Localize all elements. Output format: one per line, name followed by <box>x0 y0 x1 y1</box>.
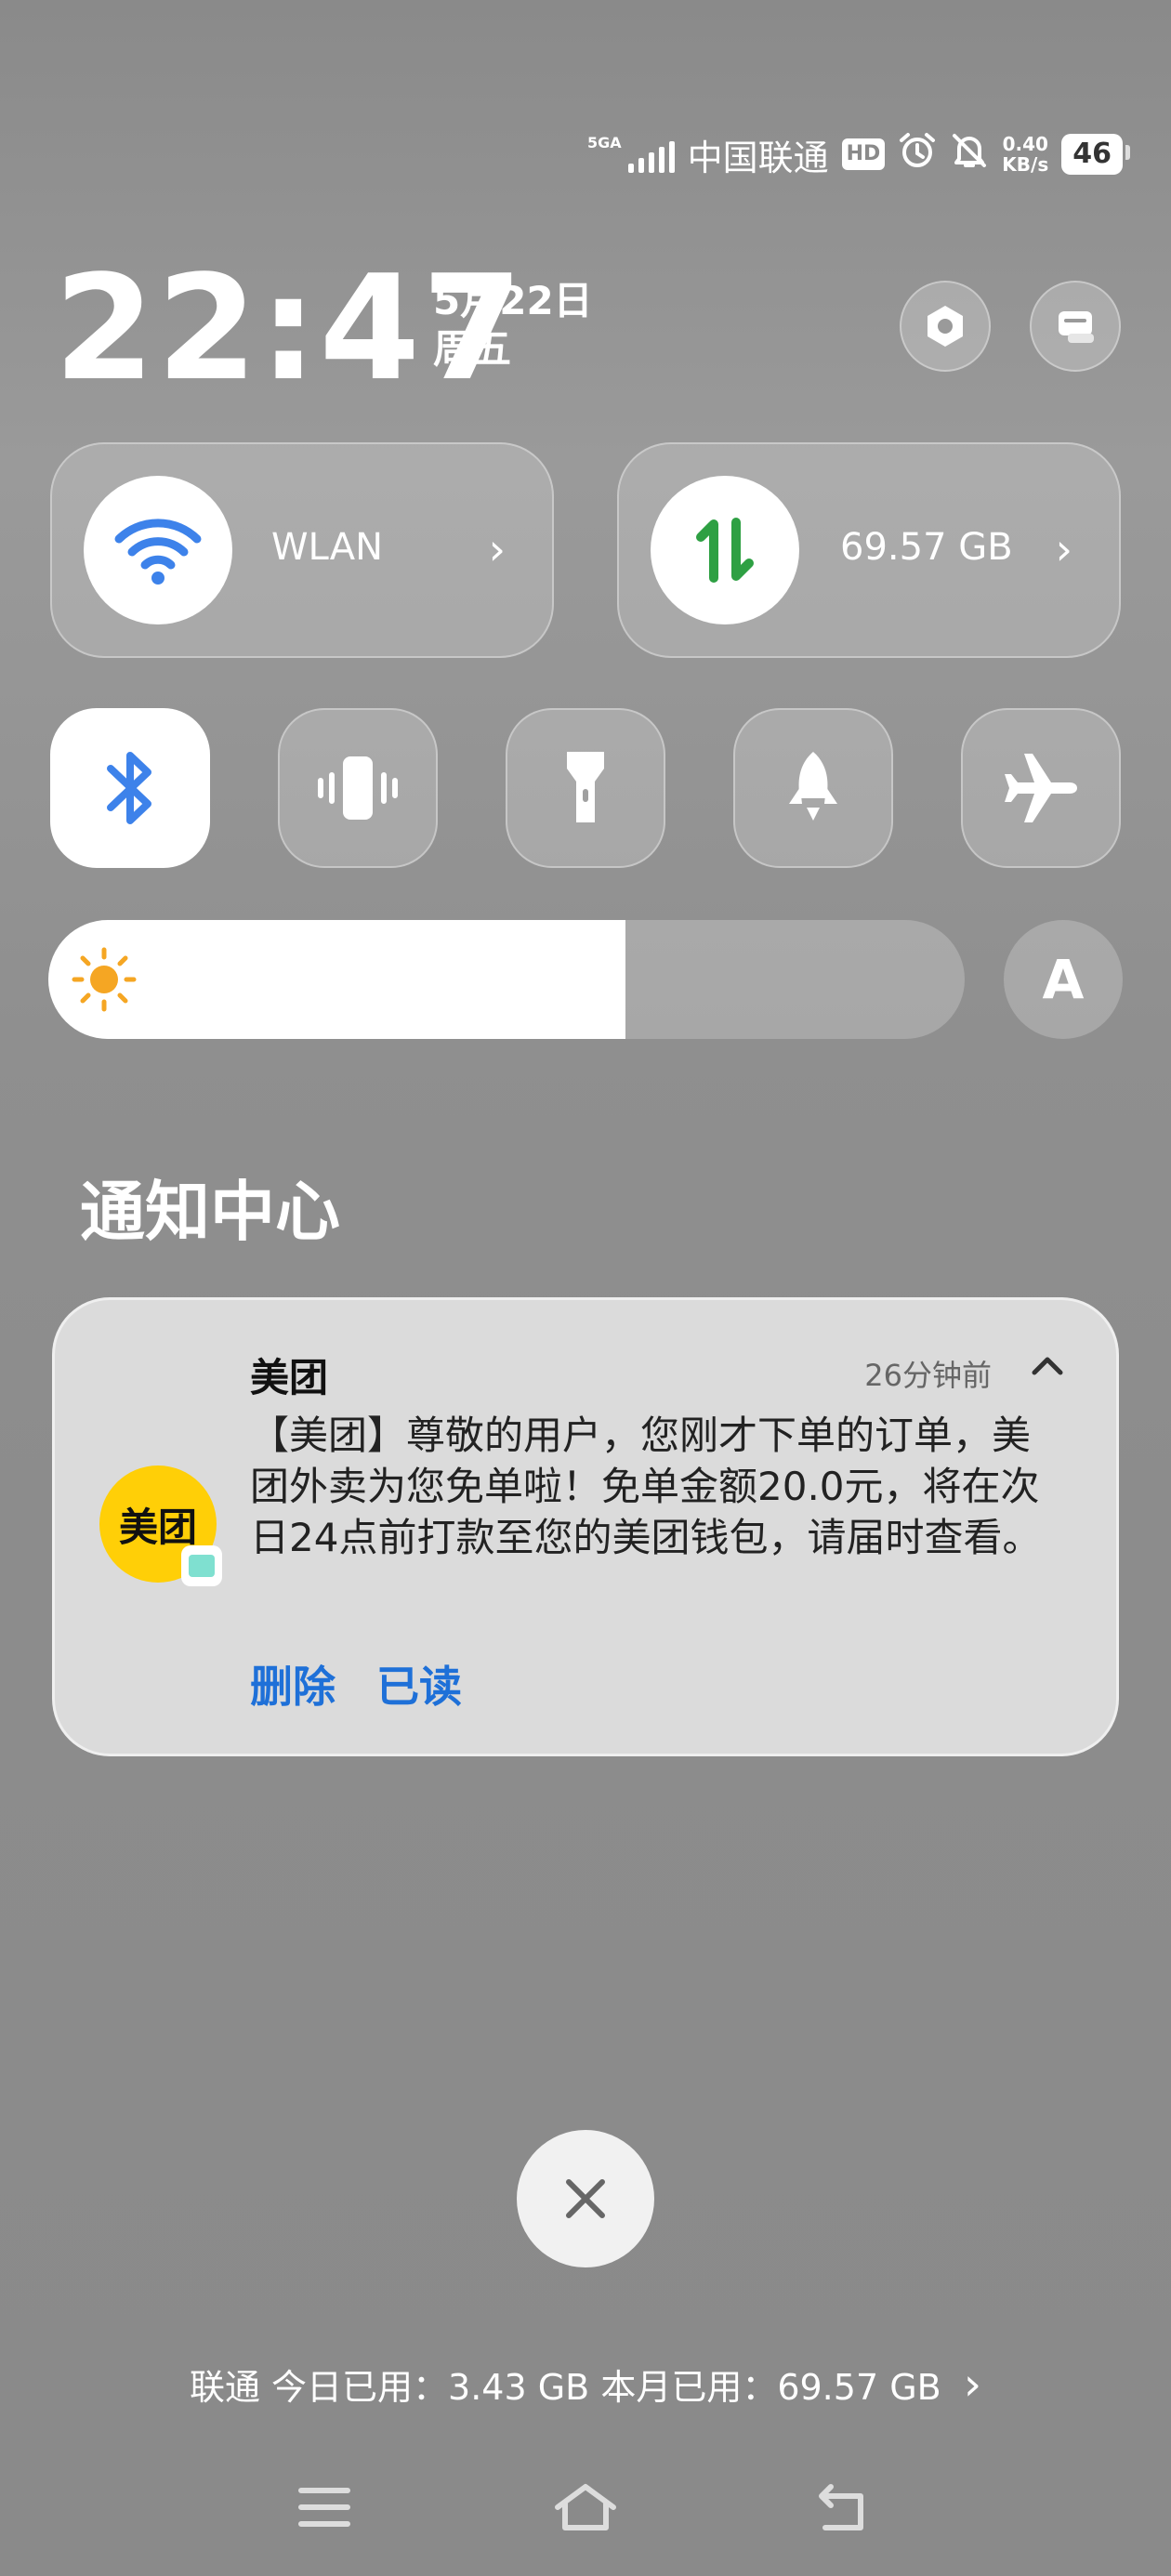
carrier-label: 中国联通 <box>687 137 829 178</box>
hd-badge: HD <box>841 138 886 170</box>
alarm-icon <box>898 131 937 178</box>
airplane-icon <box>1005 754 1077 822</box>
signal-icon: 5GA <box>587 136 675 173</box>
edit-icon <box>1059 311 1094 343</box>
message-badge-icon <box>181 1545 222 1586</box>
battery-indicator: 46 <box>1061 134 1130 175</box>
game-mode-toggle[interactable] <box>733 708 893 868</box>
mark-read-button[interactable]: 已读 <box>376 1653 462 1715</box>
date-label: 5月22日 <box>433 278 593 323</box>
notification-card[interactable]: 美团 美团 26分钟前 【美团】尊敬的用户，您刚才下单的订单，美团外卖为您免单啦… <box>52 1297 1119 1756</box>
menu-icon <box>298 2488 350 2527</box>
network-type: 5GA <box>586 134 622 151</box>
date-block: 5月22日 周五 <box>433 277 593 374</box>
notification-time: 26分钟前 <box>864 1358 992 1393</box>
flashlight-toggle[interactable] <box>506 708 665 868</box>
mute-bell-icon <box>950 131 989 178</box>
data-usage-label: 69.57 GB <box>840 526 1013 569</box>
brightness-slider[interactable] <box>48 920 965 1039</box>
notification-app-name: 美团 <box>250 1355 329 1400</box>
rocket-icon <box>789 752 837 821</box>
airplane-mode-toggle[interactable] <box>961 708 1121 868</box>
wlan-label: WLAN <box>271 526 384 569</box>
settings-button[interactable] <box>900 281 991 372</box>
clear-notifications-button[interactable] <box>517 2130 654 2267</box>
mobile-data-toggle[interactable] <box>651 476 799 624</box>
back-icon <box>819 2484 863 2530</box>
data-arrows-icon <box>696 518 754 583</box>
wlan-toggle[interactable] <box>84 476 232 624</box>
data-usage-summary[interactable]: 联通 今日已用：3.43 GB 本月已用：69.57 GB › <box>0 2359 1171 2411</box>
wlan-tile[interactable]: WLAN › <box>50 442 554 658</box>
wifi-icon <box>114 519 202 585</box>
network-speed: 0.40 KB/s <box>1002 134 1048 175</box>
edit-controls-button[interactable] <box>1030 281 1121 372</box>
speed-value: 0.40 <box>1002 133 1048 155</box>
chevron-right-icon: › <box>488 524 506 574</box>
notification-message: 【美团】尊敬的用户，您刚才下单的订单，美团外卖为您免单啦！免单金额20.0元，将… <box>250 1413 1042 1560</box>
flashlight-icon <box>567 752 604 822</box>
close-icon <box>566 2179 605 2218</box>
auto-brightness-button[interactable]: A <box>1004 920 1123 1039</box>
chevron-right-icon: › <box>1055 524 1072 574</box>
delete-button[interactable]: 删除 <box>250 1653 336 1715</box>
mobile-data-tile[interactable]: 69.57 GB › <box>617 442 1121 658</box>
bluetooth-toggle[interactable] <box>50 708 210 868</box>
status-bar: 5GA 中国联通 HD 0.40 KB/s 46 <box>587 130 1130 178</box>
chevron-right-icon: › <box>963 2359 982 2411</box>
data-usage-text: 联通 今日已用：3.43 GB 本月已用：69.57 GB <box>189 2367 941 2408</box>
home-button[interactable] <box>552 2481 619 2537</box>
notification-center-title: 通知中心 <box>80 1174 340 1250</box>
sun-icon <box>72 947 137 1012</box>
menu-button[interactable] <box>296 2481 353 2537</box>
weekday-label: 周五 <box>433 326 512 372</box>
back-button[interactable] <box>816 2481 874 2537</box>
settings-hexagon-icon <box>928 306 963 347</box>
collapse-button[interactable] <box>1027 1345 1068 1389</box>
speed-unit: KB/s <box>1002 153 1049 176</box>
home-icon <box>555 2484 616 2530</box>
vibrate-icon <box>318 756 398 820</box>
vibrate-toggle[interactable] <box>278 708 438 868</box>
chevron-up-icon <box>1032 1357 1063 1375</box>
bluetooth-icon <box>107 752 151 824</box>
